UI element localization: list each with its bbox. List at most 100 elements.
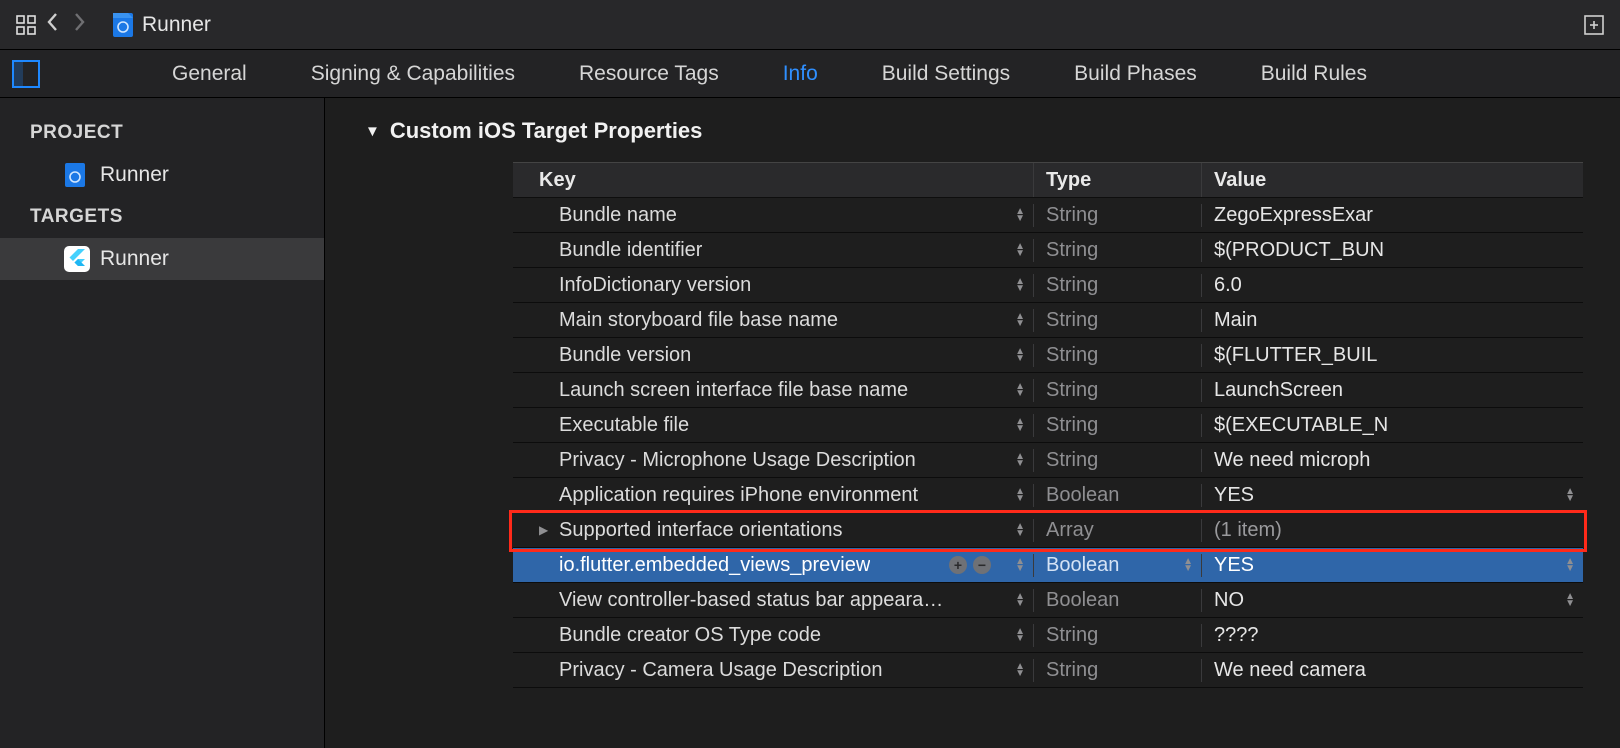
- key-stepper-icon[interactable]: ▲▼: [1015, 278, 1025, 292]
- tab-build-phases[interactable]: Build Phases: [1042, 62, 1229, 86]
- key-stepper-icon[interactable]: ▲▼: [1015, 558, 1025, 572]
- plist-value-cell[interactable]: NO ▲▼: [1201, 589, 1583, 612]
- table-row[interactable]: Launch screen interface file base name▲▼…: [513, 373, 1583, 408]
- key-stepper-icon[interactable]: ▲▼: [1015, 313, 1025, 327]
- disclosure-triangle-icon[interactable]: ▼: [365, 123, 380, 140]
- plist-key-cell[interactable]: View controller-based status bar appeara…: [513, 589, 1033, 612]
- plist-value-cell[interactable]: $(PRODUCT_BUN: [1201, 239, 1583, 262]
- table-row[interactable]: Privacy - Microphone Usage Description▲▼…: [513, 443, 1583, 478]
- plist-value-cell[interactable]: ????: [1201, 624, 1583, 647]
- table-row[interactable]: Bundle identifier▲▼String$(PRODUCT_BUN: [513, 233, 1583, 268]
- key-stepper-icon[interactable]: ▲▼: [1015, 348, 1025, 362]
- table-row[interactable]: InfoDictionary version▲▼String6.0: [513, 268, 1583, 303]
- grid-icon[interactable]: [12, 11, 40, 39]
- plist-value-text: $(FLUTTER_BUIL: [1214, 344, 1377, 367]
- plist-value-cell[interactable]: LaunchScreen: [1201, 379, 1583, 402]
- value-stepper-icon[interactable]: ▲▼: [1565, 593, 1575, 607]
- plist-type-cell[interactable]: String: [1033, 414, 1201, 437]
- table-row[interactable]: Privacy - Camera Usage Description▲▼Stri…: [513, 653, 1583, 688]
- breadcrumb[interactable]: Runner: [112, 12, 211, 38]
- key-stepper-icon[interactable]: ▲▼: [1015, 208, 1025, 222]
- sidebar-target-item[interactable]: Runner: [0, 238, 324, 280]
- plist-key-cell[interactable]: Bundle name▲▼: [513, 204, 1033, 227]
- plist-key-cell[interactable]: Bundle identifier▲▼: [513, 239, 1033, 262]
- tab-signing[interactable]: Signing & Capabilities: [279, 62, 547, 86]
- plist-key-cell[interactable]: InfoDictionary version▲▼: [513, 274, 1033, 297]
- plist-value-cell[interactable]: Main: [1201, 309, 1583, 332]
- table-row[interactable]: Application requires iPhone environment▲…: [513, 478, 1583, 513]
- plist-value-cell[interactable]: $(FLUTTER_BUIL: [1201, 344, 1583, 367]
- plist-key-cell[interactable]: Bundle version▲▼: [513, 344, 1033, 367]
- plist-type-cell[interactable]: Boolean: [1033, 484, 1201, 507]
- sidebar-project-item[interactable]: Runner: [0, 154, 324, 196]
- plist-value-cell[interactable]: YES▲▼: [1201, 554, 1583, 577]
- table-row[interactable]: Main storyboard file base name▲▼String Ma…: [513, 303, 1583, 338]
- key-stepper-icon[interactable]: ▲▼: [1015, 593, 1025, 607]
- tab-build-rules[interactable]: Build Rules: [1229, 62, 1399, 86]
- add-panel-icon[interactable]: [1580, 11, 1608, 39]
- tab-build-settings[interactable]: Build Settings: [850, 62, 1042, 86]
- type-stepper-icon[interactable]: ▲▼: [1183, 558, 1193, 572]
- table-row[interactable]: Bundle version▲▼String $(FLUTTER_BUIL: [513, 338, 1583, 373]
- table-row[interactable]: io.flutter.embedded_views_preview▲▼+−Boo…: [513, 548, 1583, 583]
- key-stepper-icon[interactable]: ▲▼: [1015, 383, 1025, 397]
- row-expand-icon[interactable]: ▶: [539, 523, 553, 537]
- table-row[interactable]: Executable file▲▼String$(EXECUTABLE_N: [513, 408, 1583, 443]
- plist-type-cell[interactable]: String: [1033, 274, 1201, 297]
- plist-value-cell[interactable]: We need microph: [1201, 449, 1583, 472]
- key-stepper-icon[interactable]: ▲▼: [1015, 418, 1025, 432]
- table-row[interactable]: View controller-based status bar appeara…: [513, 583, 1583, 618]
- table-header-key[interactable]: Key: [513, 163, 1033, 197]
- table-header-value[interactable]: Value: [1201, 163, 1583, 197]
- plist-type-cell[interactable]: String: [1033, 204, 1201, 227]
- plist-value-text: Main: [1214, 309, 1257, 332]
- plist-type-cell[interactable]: String: [1033, 449, 1201, 472]
- section-header[interactable]: ▼ Custom iOS Target Properties: [325, 98, 1620, 162]
- table-row[interactable]: ▶Supported interface orientations▲▼Array…: [513, 513, 1583, 548]
- plist-key-cell[interactable]: Bundle creator OS Type code▲▼: [513, 624, 1033, 647]
- plist-type-cell[interactable]: String: [1033, 659, 1201, 682]
- plist-type-cell[interactable]: Array: [1033, 519, 1201, 542]
- plist-key-cell[interactable]: Executable file▲▼: [513, 414, 1033, 437]
- plist-key-cell[interactable]: ▶Supported interface orientations▲▼: [513, 519, 1033, 542]
- plist-value-cell[interactable]: $(EXECUTABLE_N: [1201, 414, 1583, 437]
- value-stepper-icon[interactable]: ▲▼: [1565, 488, 1575, 502]
- nav-back-icon[interactable]: [46, 12, 60, 38]
- plist-value-cell[interactable]: (1 item): [1201, 519, 1583, 542]
- tab-general[interactable]: General: [140, 62, 279, 86]
- key-stepper-icon[interactable]: ▲▼: [1015, 243, 1025, 257]
- plist-key-cell[interactable]: Privacy - Camera Usage Description▲▼: [513, 659, 1033, 682]
- tab-info[interactable]: Info: [751, 62, 850, 86]
- plist-key-cell[interactable]: Application requires iPhone environment▲…: [513, 484, 1033, 507]
- plist-key-cell[interactable]: Main storyboard file base name▲▼: [513, 309, 1033, 332]
- key-stepper-icon[interactable]: ▲▼: [1015, 663, 1025, 677]
- tab-resource-tags[interactable]: Resource Tags: [547, 62, 751, 86]
- plist-value-cell[interactable]: We need camera: [1201, 659, 1583, 682]
- plist-type-cell[interactable]: String: [1033, 239, 1201, 262]
- plist-type-cell[interactable]: String: [1033, 379, 1201, 402]
- table-row[interactable]: Bundle creator OS Type code▲▼String????: [513, 618, 1583, 653]
- nav-forward-icon[interactable]: [72, 12, 86, 38]
- plist-type-cell[interactable]: String: [1033, 624, 1201, 647]
- add-row-icon[interactable]: +: [949, 556, 967, 574]
- plist-value-cell[interactable]: 6.0: [1201, 274, 1583, 297]
- plist-type-cell[interactable]: String: [1033, 344, 1201, 367]
- key-stepper-icon[interactable]: ▲▼: [1015, 523, 1025, 537]
- panel-toggle-icon[interactable]: [12, 60, 40, 88]
- key-stepper-icon[interactable]: ▲▼: [1015, 488, 1025, 502]
- remove-row-icon[interactable]: −: [973, 556, 991, 574]
- key-stepper-icon[interactable]: ▲▼: [1015, 628, 1025, 642]
- plist-value-cell[interactable]: YES▲▼: [1201, 484, 1583, 507]
- plist-key-cell[interactable]: Launch screen interface file base name▲▼: [513, 379, 1033, 402]
- key-stepper-icon[interactable]: ▲▼: [1015, 453, 1025, 467]
- plist-value-text: NO: [1214, 589, 1244, 612]
- table-header-type[interactable]: Type: [1033, 163, 1201, 197]
- plist-value-cell[interactable]: ZegoExpressExar: [1201, 204, 1583, 227]
- plist-key-cell[interactable]: Privacy - Microphone Usage Description▲▼: [513, 449, 1033, 472]
- plist-type-cell[interactable]: Boolean: [1033, 589, 1201, 612]
- plist-key-cell[interactable]: io.flutter.embedded_views_preview▲▼+−: [513, 554, 1033, 577]
- plist-type-cell[interactable]: Boolean▲▼: [1033, 554, 1201, 577]
- plist-type-cell[interactable]: String: [1033, 309, 1201, 332]
- table-row[interactable]: Bundle name▲▼StringZegoExpressExar: [513, 198, 1583, 233]
- value-stepper-icon[interactable]: ▲▼: [1565, 558, 1575, 572]
